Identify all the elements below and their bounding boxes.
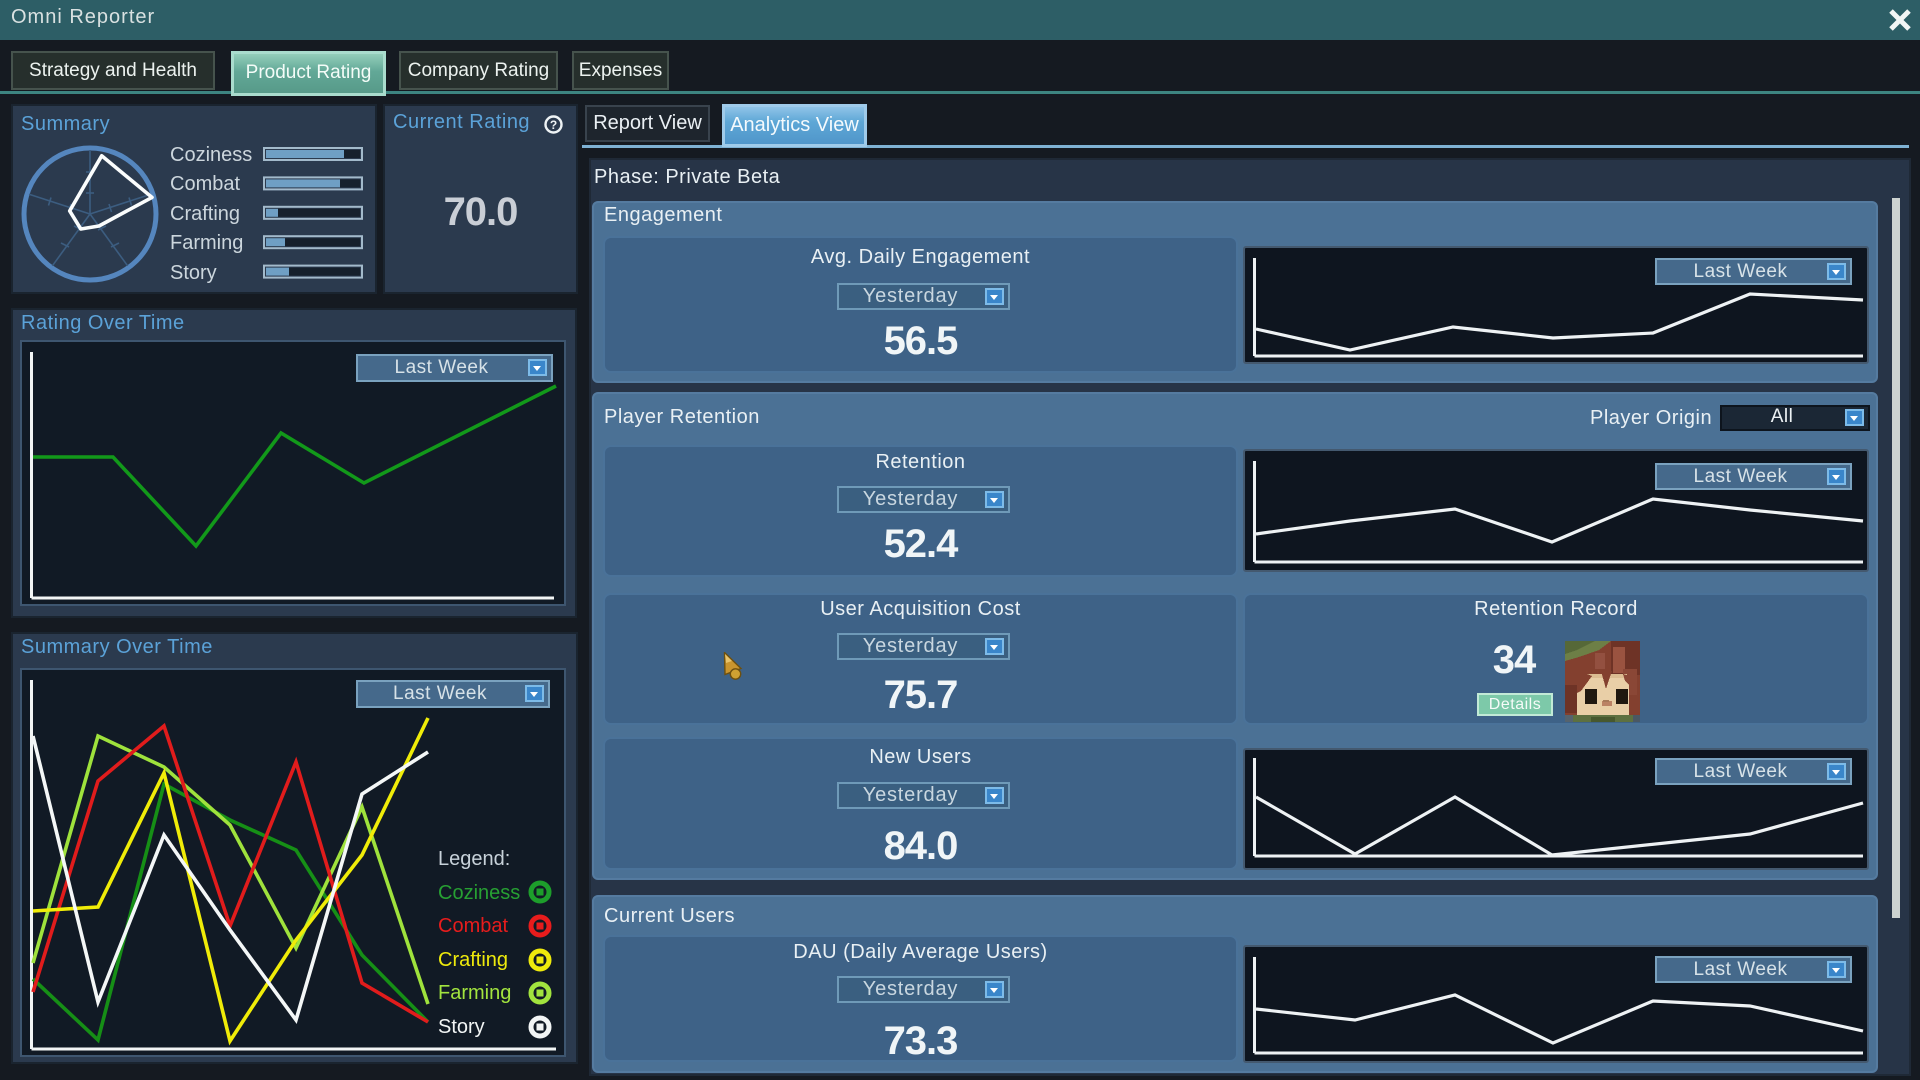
svg-text:?: ? xyxy=(550,118,557,132)
